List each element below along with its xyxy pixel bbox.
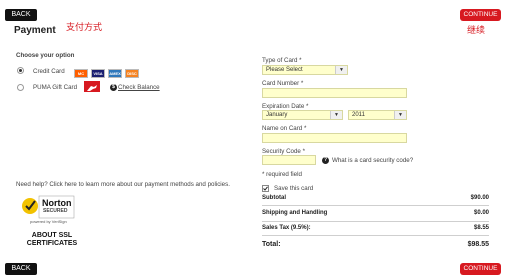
security-code-input[interactable] bbox=[262, 155, 316, 165]
option-heading: Choose your option bbox=[16, 52, 75, 59]
discover-icon: DISC bbox=[125, 69, 139, 78]
chevron-down-icon: ▼ bbox=[394, 111, 406, 119]
exp-month-select[interactable]: January ▼ bbox=[262, 110, 343, 120]
divider bbox=[262, 221, 489, 222]
gift-card-label: PUMA Gift Card bbox=[33, 84, 78, 91]
total-label: Total: bbox=[262, 241, 281, 248]
card-number-label: Card Number * bbox=[262, 80, 304, 87]
norton-secured: SECURED bbox=[43, 208, 68, 214]
chevron-down-icon: ▼ bbox=[330, 111, 342, 119]
total-value: $98.55 bbox=[467, 241, 489, 248]
norton-name: Norton bbox=[42, 198, 72, 208]
amex-icon: AMEX bbox=[108, 69, 122, 78]
exp-month-value: January bbox=[266, 112, 288, 118]
card-type-label: Type of Card * bbox=[262, 57, 302, 64]
totals-row-subtotal: Subtotal $90.00 bbox=[262, 195, 489, 201]
continue-note: 继续 bbox=[467, 25, 486, 35]
totals-row-tax: Sales Tax (9.5%): $8.55 bbox=[262, 225, 489, 231]
totals-row-label: Sales Tax (9.5%): bbox=[262, 225, 311, 231]
save-card-checkbox[interactable] bbox=[262, 185, 269, 192]
credit-card-label: Credit Card bbox=[33, 68, 65, 75]
totals-row-value: $90.00 bbox=[470, 195, 489, 201]
back-button-top[interactable]: BACK bbox=[5, 9, 37, 21]
card-type-select[interactable]: Please Select ▼ bbox=[262, 65, 348, 75]
exp-year-value: 2011 bbox=[352, 112, 365, 118]
totals-row-shipping: Shipping and Handling $0.00 bbox=[262, 210, 489, 216]
check-balance-link[interactable]: Check Balance bbox=[118, 84, 160, 91]
divider bbox=[262, 205, 489, 206]
security-code-help-link[interactable]: What is a card security code? bbox=[332, 157, 413, 164]
name-on-card-label: Name on Card * bbox=[262, 125, 307, 132]
help-icon[interactable]: ? bbox=[322, 157, 329, 164]
back-button-bottom[interactable]: BACK bbox=[5, 263, 37, 275]
about-ssl-link[interactable]: ABOUT SSL CERTIFICATES bbox=[16, 232, 88, 248]
required-field-note: * required field bbox=[262, 171, 302, 178]
info-icon: $ bbox=[110, 84, 117, 91]
card-number-input[interactable] bbox=[262, 88, 407, 98]
payment-method-note: 支付方式 bbox=[66, 22, 103, 32]
card-type-value: Please Select bbox=[266, 67, 303, 73]
norton-powered: powered by VeriSign bbox=[30, 219, 67, 224]
exp-year-select[interactable]: 2011 ▼ bbox=[348, 110, 407, 120]
visa-icon: VISA bbox=[91, 69, 105, 78]
security-code-label: Security Code * bbox=[262, 148, 305, 155]
continue-button-bottom[interactable]: CONTINUE bbox=[460, 263, 501, 275]
totals-row-value: $8.55 bbox=[473, 225, 489, 231]
divider bbox=[262, 235, 489, 236]
totals-row-label: Subtotal bbox=[262, 195, 286, 201]
puma-gift-card-icon bbox=[84, 81, 100, 92]
totals-row-total: Total: $98.55 bbox=[262, 241, 489, 248]
totals-row-label: Shipping and Handling bbox=[262, 210, 328, 216]
expiration-date-label: Expiration Date * bbox=[262, 103, 309, 110]
checkmark-icon bbox=[263, 186, 268, 191]
page-title: Payment bbox=[14, 25, 56, 36]
chevron-down-icon: ▼ bbox=[335, 66, 347, 74]
totals-row-value: $0.00 bbox=[473, 210, 489, 216]
mastercard-icon: MC bbox=[74, 69, 88, 78]
credit-card-radio[interactable] bbox=[17, 67, 24, 74]
norton-secured-badge[interactable]: Norton SECURED powered by VeriSign bbox=[20, 193, 76, 227]
gift-card-radio[interactable] bbox=[17, 84, 24, 91]
help-text-link[interactable]: Need help? Click here to learn more abou… bbox=[16, 181, 246, 188]
save-card-label: Save this card bbox=[274, 185, 314, 192]
name-on-card-input[interactable] bbox=[262, 133, 407, 143]
continue-button-top[interactable]: CONTINUE bbox=[460, 9, 501, 21]
